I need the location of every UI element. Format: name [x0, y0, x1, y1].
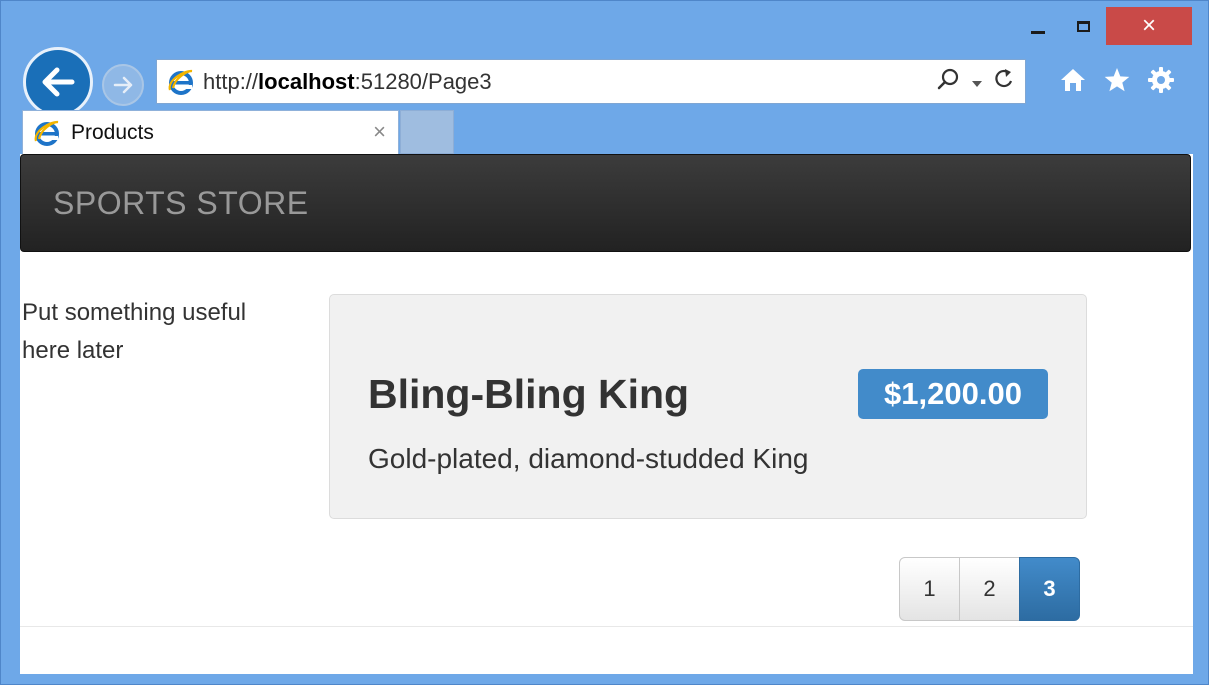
- dropdown-icon[interactable]: [971, 69, 983, 95]
- maximize-button[interactable]: [1060, 7, 1106, 45]
- search-icon[interactable]: [937, 67, 961, 97]
- brand-link[interactable]: SPORTS STORE: [53, 185, 309, 222]
- forward-button[interactable]: [102, 64, 144, 106]
- site-navbar: SPORTS STORE: [20, 154, 1191, 252]
- page-viewport: SPORTS STORE Put something useful here l…: [20, 154, 1193, 674]
- pagination: 1 2 3: [899, 557, 1080, 621]
- close-icon: ×: [1141, 12, 1156, 39]
- maximize-icon: [1076, 20, 1090, 32]
- home-icon[interactable]: [1056, 63, 1090, 97]
- tab-close-icon[interactable]: ×: [373, 119, 386, 145]
- tab-products[interactable]: Products ×: [22, 110, 399, 154]
- minimize-icon: [1031, 30, 1045, 34]
- url-host: localhost: [258, 68, 355, 94]
- back-arrow-icon: [42, 67, 75, 97]
- product-description: Gold-plated, diamond-studded King: [368, 443, 809, 474]
- address-bar[interactable]: http://localhost:51280/Page3: [156, 59, 1026, 104]
- page-link-2[interactable]: 2: [959, 557, 1020, 621]
- price-badge: $1,200.00: [858, 369, 1048, 419]
- refresh-icon[interactable]: [993, 68, 1015, 96]
- forward-arrow-icon: [113, 76, 133, 94]
- page-link-3[interactable]: 3: [1019, 557, 1080, 621]
- favorites-star-icon[interactable]: [1100, 63, 1134, 97]
- minimize-button[interactable]: [1016, 7, 1060, 45]
- address-url: http://localhost:51280/Page3: [203, 69, 492, 95]
- product-name: Bling-Bling King: [368, 371, 690, 417]
- back-button[interactable]: [23, 47, 93, 117]
- ie-logo-icon: [167, 68, 195, 96]
- address-tools: [937, 60, 1015, 103]
- product-card: Bling-Bling King $1,200.00 Gold-plated, …: [329, 294, 1087, 519]
- url-path: :51280/Page3: [354, 68, 492, 94]
- browser-toolbar-icons: [1056, 62, 1178, 98]
- settings-gear-icon[interactable]: [1144, 63, 1178, 97]
- tab-ie-logo-icon: [33, 119, 61, 147]
- close-window-button[interactable]: ×: [1106, 7, 1192, 45]
- new-tab-button[interactable]: [400, 110, 454, 154]
- page-link-1[interactable]: 1: [899, 557, 960, 621]
- tab-title: Products: [71, 120, 154, 144]
- divider: [20, 626, 1193, 627]
- browser-window: × http://localhost:51280/Page3 Products …: [0, 0, 1209, 685]
- sidebar-placeholder-text: Put something useful here later: [22, 299, 247, 364]
- url-scheme: http://: [203, 68, 259, 94]
